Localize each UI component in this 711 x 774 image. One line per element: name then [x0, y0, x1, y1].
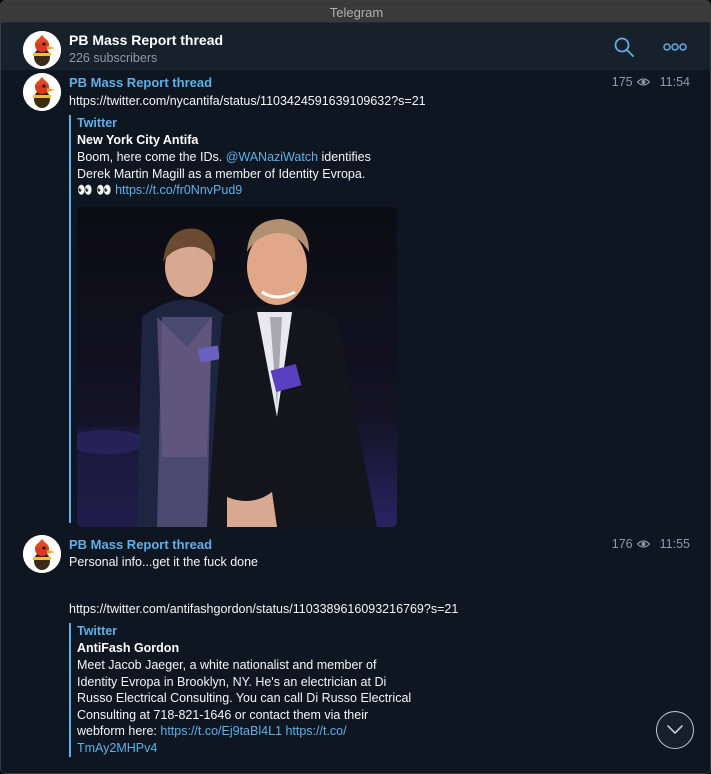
- eye-icon: [636, 540, 650, 548]
- channel-title[interactable]: PB Mass Report thread: [69, 32, 223, 48]
- more-icon[interactable]: [663, 37, 687, 57]
- message-time: 11:55: [659, 537, 690, 551]
- message-175[interactable]: PB Mass Report thread 175 11:54 https://…: [1, 71, 710, 531]
- message-time: 11:54: [659, 75, 690, 89]
- message-meta: 176 11:55: [612, 537, 690, 551]
- sender-avatar[interactable]: [23, 535, 61, 573]
- chevron-down-icon: [667, 725, 683, 734]
- tweet-link[interactable]: https://twitter.com/antifashgordon/statu…: [69, 602, 458, 616]
- telegram-window: Telegram PB Mass Report thread 226 subsc…: [0, 0, 711, 774]
- message-176[interactable]: PB Mass Report thread 176 11:55 Personal…: [1, 533, 710, 773]
- view-count: 175: [611, 75, 633, 89]
- sender-name[interactable]: PB Mass Report thread: [69, 537, 212, 552]
- preview-title: AntiFash Gordon: [77, 641, 180, 655]
- message-list[interactable]: PB Mass Report thread 175 11:54 https://…: [1, 71, 710, 773]
- scroll-down-button[interactable]: [656, 711, 694, 749]
- preview-photo[interactable]: [77, 206, 397, 527]
- window-title: Telegram: [329, 5, 384, 20]
- preview-site: Twitter: [77, 624, 118, 638]
- channel-avatar[interactable]: [23, 31, 61, 69]
- bird-avatar-icon: [23, 73, 61, 111]
- short-link[interactable]: https://t.co/fr0NnvPud9: [115, 183, 242, 197]
- bird-avatar-icon: [23, 535, 61, 573]
- preview-description: Boom, here come the IDs. @WANaziWatch id…: [77, 149, 447, 199]
- link-preview[interactable]: Twitter New York City Antifa Boom, here …: [69, 115, 447, 527]
- preview-title: New York City Antifa: [77, 133, 199, 147]
- sender-avatar[interactable]: [23, 73, 61, 111]
- subscriber-count: 226 subscribers: [69, 51, 158, 65]
- preview-site: Twitter: [77, 116, 118, 130]
- eyes-emoji: 👀 👀: [77, 183, 116, 197]
- photo-image: [77, 206, 397, 527]
- preview-text: Boom, here come the IDs.: [77, 150, 226, 164]
- bird-avatar-icon: [23, 31, 61, 69]
- search-icon[interactable]: [613, 36, 635, 58]
- chat-header[interactable]: PB Mass Report thread 226 subscribers: [1, 23, 710, 71]
- window-titlebar[interactable]: Telegram: [1, 1, 710, 23]
- message-meta: 175 11:54: [612, 75, 690, 89]
- short-link[interactable]: TmAy2MHPv4: [77, 741, 157, 755]
- short-link[interactable]: https://t.co/Ej9taBl4L1: [160, 724, 282, 738]
- tweet-link[interactable]: https://twitter.com/nycantifa/status/110…: [69, 94, 426, 108]
- preview-description: Meet Jacob Jaeger, a white nationalist a…: [77, 657, 447, 756]
- mention-link[interactable]: @WANaziWatch: [226, 150, 318, 164]
- link-preview[interactable]: Twitter AntiFash Gordon Meet Jacob Jaege…: [69, 623, 447, 757]
- sender-name[interactable]: PB Mass Report thread: [69, 75, 212, 90]
- view-count: 176: [611, 537, 633, 551]
- message-text: Personal info...get it the fuck done: [69, 555, 259, 569]
- eye-icon: [636, 78, 650, 86]
- short-link[interactable]: https://t.co/: [282, 724, 346, 738]
